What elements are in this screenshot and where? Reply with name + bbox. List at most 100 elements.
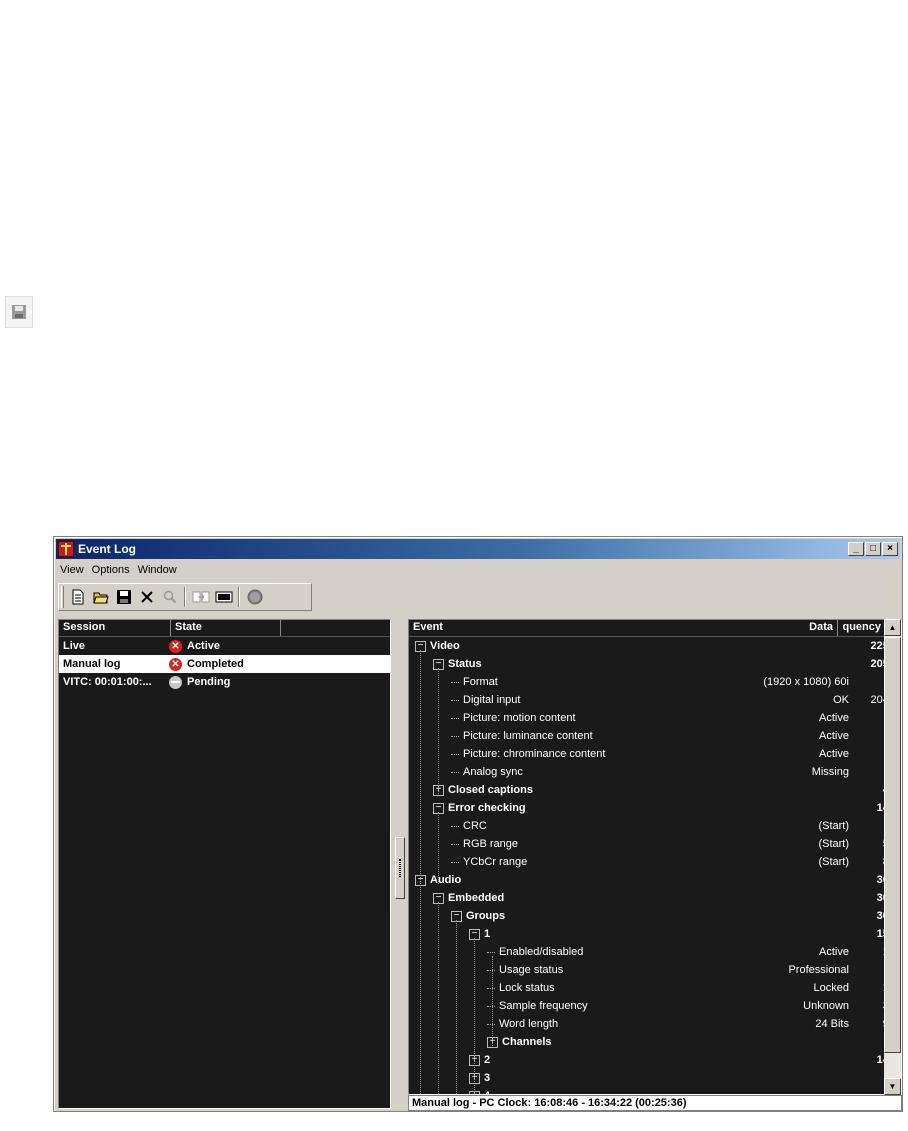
tree-connector bbox=[487, 1023, 495, 1025]
session-list[interactable]: Session State Live ✕ Active Manual log ✕ Comp… bbox=[58, 619, 391, 1109]
tree-row[interactable]: Word length24 Bits90 bbox=[409, 1015, 901, 1033]
close-button[interactable]: × bbox=[882, 542, 898, 556]
event-log-window: Event Log _ □ × View Options Window Sess… bbox=[53, 536, 903, 1112]
delete-icon[interactable] bbox=[135, 586, 158, 608]
event-label: Closed captions bbox=[448, 784, 533, 796]
tree-row[interactable]: −Error checking143 bbox=[409, 799, 901, 817]
tree-row[interactable]: Enabled/disabledActive12 bbox=[409, 943, 901, 961]
event-label: Usage status bbox=[499, 964, 564, 976]
session-state-label: Active bbox=[187, 640, 221, 652]
tree-row[interactable]: Picture: motion contentActive4 bbox=[409, 709, 901, 727]
tree-row[interactable]: CRC(Start)1 bbox=[409, 817, 901, 835]
tree-row[interactable]: Analog syncMissing2 bbox=[409, 763, 901, 781]
pending-icon bbox=[169, 675, 182, 689]
tree-row[interactable]: Lock statusLocked19 bbox=[409, 979, 901, 997]
event-data: Professional bbox=[788, 964, 849, 976]
session-state-label: Completed bbox=[187, 658, 244, 670]
scroll-up-button[interactable]: ▲ bbox=[884, 619, 901, 636]
tree-row[interactable]: Digital input OK 2046 bbox=[409, 691, 901, 709]
session-name: Live bbox=[63, 640, 86, 652]
rename-icon[interactable] bbox=[212, 586, 235, 608]
tree-row[interactable]: − Video 2250 bbox=[409, 637, 901, 655]
event-data: Active bbox=[819, 946, 849, 958]
event-label: Lock status bbox=[499, 982, 555, 994]
event-label: Word length bbox=[499, 1018, 559, 1030]
session-row[interactable]: Manual log ✕ Completed bbox=[59, 655, 390, 673]
vertical-scrollbar[interactable]: ▲ ▼ bbox=[884, 619, 901, 1095]
frequency-column-header[interactable]: quency bbox=[837, 620, 883, 636]
save-icon[interactable] bbox=[112, 586, 135, 608]
event-data: Locked bbox=[813, 982, 849, 994]
export-icon[interactable] bbox=[189, 586, 212, 608]
tree-row[interactable]: Format(1920 x 1080) 60i2 bbox=[409, 673, 901, 691]
open-icon[interactable] bbox=[89, 586, 112, 608]
event-column-header[interactable]: Event bbox=[409, 620, 689, 636]
event-tree-header: Event Data quency bbox=[409, 620, 901, 637]
title-bar[interactable]: Event Log _ □ × bbox=[56, 539, 900, 559]
tree-row[interactable]: YCbCr range(Start)86 bbox=[409, 853, 901, 871]
menu-options[interactable]: Options bbox=[88, 564, 134, 576]
error-icon: ✕ bbox=[169, 657, 182, 671]
tree-guide-line bbox=[492, 956, 493, 1046]
tree-row[interactable]: − Status 2058 bbox=[409, 655, 901, 673]
save-icon[interactable] bbox=[5, 296, 33, 328]
event-label: Status bbox=[448, 658, 482, 670]
toolbar-separator bbox=[238, 587, 240, 607]
session-state: ✕ Active bbox=[169, 639, 221, 653]
window-title: Event Log bbox=[78, 542, 137, 556]
tree-row[interactable]: RGB range(Start)56 bbox=[409, 835, 901, 853]
pane-splitter[interactable] bbox=[395, 837, 405, 899]
event-label: Picture: luminance content bbox=[463, 730, 593, 742]
tree-row[interactable]: −Groups305 bbox=[409, 907, 901, 925]
tree-connector bbox=[451, 717, 459, 719]
toolbar-grip[interactable] bbox=[61, 586, 64, 608]
tree-row[interactable]: Picture: luminance contentActive2 bbox=[409, 727, 901, 745]
scroll-down-button[interactable]: ▼ bbox=[884, 1078, 901, 1095]
maximize-button[interactable]: □ bbox=[865, 542, 881, 556]
tree-row[interactable]: −Embedded305 bbox=[409, 889, 901, 907]
tree-row[interactable]: −Audio305 bbox=[409, 871, 901, 889]
tree-connector bbox=[487, 969, 495, 971]
event-data: (1920 x 1080) 60i bbox=[763, 676, 849, 688]
tree-guide-line bbox=[438, 812, 439, 884]
session-list-header: Session State bbox=[59, 620, 390, 637]
tree-row[interactable]: +Channels0 bbox=[409, 1033, 901, 1051]
event-label: Error checking bbox=[448, 802, 526, 814]
session-name: VITC: 00:01:00:... bbox=[63, 676, 152, 688]
event-label: 1 bbox=[484, 928, 491, 940]
event-data: Active bbox=[819, 730, 849, 742]
state-column-header[interactable]: State bbox=[171, 620, 281, 636]
tree-connector bbox=[451, 681, 459, 683]
tree-row[interactable]: Picture: chrominance contentActive2 bbox=[409, 745, 901, 763]
tree-row[interactable]: +4 bbox=[409, 1087, 901, 1094]
event-label: RGB range bbox=[463, 838, 519, 850]
session-column-header[interactable]: Session bbox=[59, 620, 171, 636]
find-icon[interactable] bbox=[158, 586, 181, 608]
menu-bar: View Options Window bbox=[56, 561, 900, 579]
menu-view[interactable]: View bbox=[56, 564, 88, 576]
tree-connector bbox=[487, 951, 495, 953]
event-data: (Start) bbox=[818, 838, 849, 850]
new-log-icon[interactable] bbox=[66, 586, 89, 608]
session-state-label: Pending bbox=[187, 676, 231, 688]
event-label: Picture: chrominance content bbox=[463, 748, 606, 760]
tree-row[interactable]: Sample frequencyUnknown31 bbox=[409, 997, 901, 1015]
menu-window[interactable]: Window bbox=[134, 564, 181, 576]
event-tree[interactable]: Event Data quency − Video 2250− Status 2058 F… bbox=[408, 619, 902, 1095]
tree-row[interactable]: +2147 bbox=[409, 1051, 901, 1069]
session-state: ✕ Completed bbox=[169, 657, 244, 671]
session-row[interactable]: VITC: 00:01:00:... Pending bbox=[59, 673, 390, 691]
toolbar-separator bbox=[184, 587, 186, 607]
tree-connector bbox=[487, 1005, 495, 1007]
scroll-thumb[interactable] bbox=[884, 637, 901, 1053]
tree-row[interactable]: +Closed captions49 bbox=[409, 781, 901, 799]
tree-row[interactable]: Usage statusProfessional6 bbox=[409, 961, 901, 979]
data-column-header[interactable]: Data bbox=[689, 620, 837, 636]
tree-row[interactable]: −1158 bbox=[409, 925, 901, 943]
session-row[interactable]: Live ✕ Active bbox=[59, 637, 390, 655]
tree-guide-line bbox=[474, 938, 475, 1094]
event-data: (Start) bbox=[818, 856, 849, 868]
minimize-button[interactable]: _ bbox=[848, 542, 864, 556]
tree-row[interactable]: +3 bbox=[409, 1069, 901, 1087]
record-icon[interactable] bbox=[243, 586, 266, 608]
